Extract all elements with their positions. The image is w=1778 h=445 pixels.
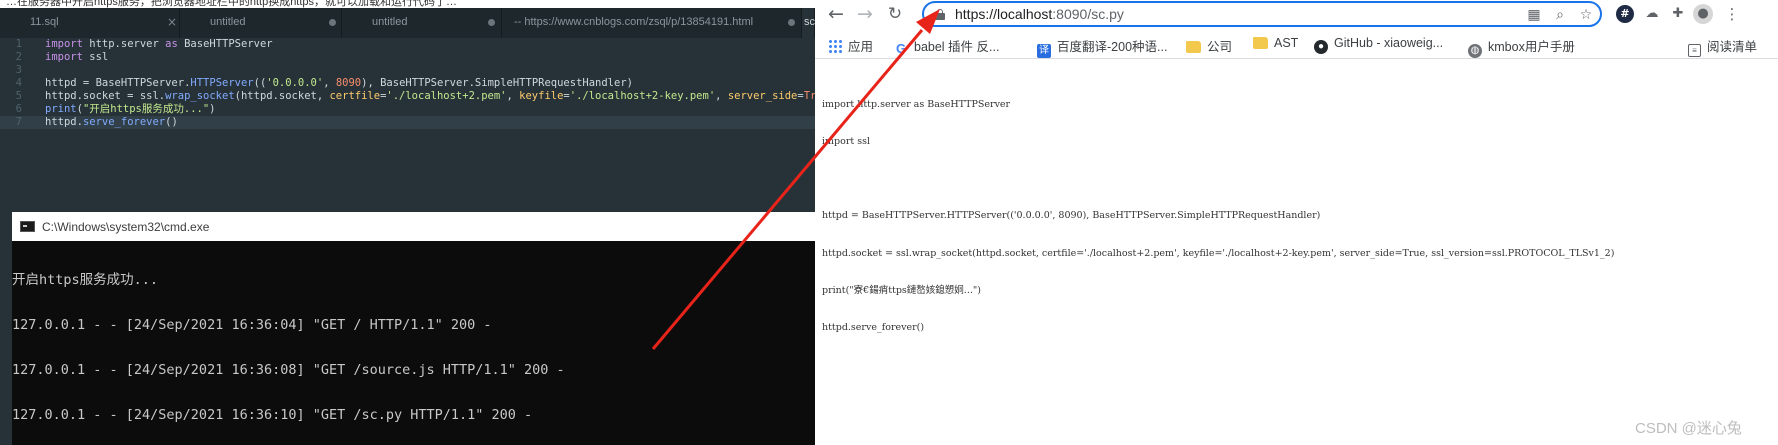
reading-list[interactable]: ≡ 阅读清单 [1688, 36, 1757, 57]
code-text: import http.server as BaseHTTPServer [45, 38, 273, 50]
reload-icon[interactable]: ↻ [883, 2, 907, 26]
url-text[interactable]: https://localhost:8090/sc.py [955, 6, 1124, 22]
tab-label: untitled [210, 16, 246, 28]
globe-icon: ◍ [1468, 44, 1482, 58]
article-text: …在服务器中开启https服务，把浏览器地址栏中的http换成https，就可以… [6, 0, 458, 8]
code-text: httpd.serve_forever() [45, 116, 178, 128]
source-line [815, 173, 1778, 185]
cmd-title: C:\Windows\system32\cmd.exe [42, 220, 210, 234]
code-line: 5 httpd.socket = ssl.wrap_socket(httpd.so… [0, 90, 815, 103]
cmd-line: 127.0.0.1 - - [24/Sep/2021 16:36:08] "GE… [12, 362, 565, 378]
browser-window: ← → ↻ https://localhost:8090/sc.py ▦ ⌕ ☆… [815, 0, 1778, 445]
code-line-current: 7 httpd.serve_forever() [0, 116, 815, 129]
code-line: 6 print("开启https服务成功...") [0, 103, 815, 116]
qr-code-icon[interactable]: ▦ [1525, 6, 1543, 24]
editor-tab[interactable]: untitled [342, 8, 502, 38]
bookmark-apps[interactable]: 应用 [828, 36, 873, 54]
folder-icon [1253, 37, 1268, 49]
browser-toolbar: ← → ↻ https://localhost:8090/sc.py ▦ ⌕ ☆… [815, 0, 1778, 30]
line-number: 4 [15, 77, 22, 89]
bookmark-folder-ast[interactable]: AST [1253, 36, 1298, 52]
editor-tab[interactable]: 11.sql × [0, 8, 180, 38]
folder-icon [1186, 41, 1201, 53]
tab-label: untitled [372, 16, 408, 28]
tab-label: sc [804, 16, 815, 28]
cmd-output: 开启https服务成功... 127.0.0.1 - - [24/Sep/202… [12, 243, 565, 445]
tab-label: 11.sql [30, 16, 59, 28]
translate-icon: 译 [1037, 44, 1051, 58]
code-text: httpd.socket = ssl.wrap_socket(httpd.soc… [45, 90, 815, 102]
zoom-icon[interactable]: ⌕ [1551, 6, 1569, 24]
close-icon[interactable]: × [167, 15, 177, 29]
bookmarks-bar: 应用 Gbabel 插件 反... 译百度翻译-200种语... 公司 AST … [815, 30, 1778, 59]
apps-grid-icon [828, 39, 842, 53]
bookmark-baidu-translate[interactable]: 译百度翻译-200种语... [1037, 36, 1167, 58]
unsaved-dot-icon[interactable] [488, 19, 495, 26]
source-line: import http.server as BaseHTTPServer [822, 98, 1011, 110]
code-line: 1 import http.server as BaseHTTPServer [0, 38, 815, 51]
cmd-line: 127.0.0.1 - - [24/Sep/2021 16:36:10] "GE… [12, 407, 533, 423]
bookmark-babel[interactable]: Gbabel 插件 反... [894, 36, 1000, 56]
code-text: print("开启https服务成功...") [45, 103, 216, 115]
line-number: 5 [15, 90, 22, 102]
bookmark-folder-company[interactable]: 公司 [1186, 36, 1232, 54]
source-line: httpd.socket = ssl.wrap_socket(httpd.soc… [822, 247, 1615, 259]
github-icon: ● [1314, 40, 1328, 54]
cmd-line: 127.0.0.1 - - [24/Sep/2021 16:36:04] "GE… [12, 317, 492, 333]
unsaved-dot-icon[interactable] [788, 19, 795, 26]
cmd-window[interactable]: C:\Windows\system32\cmd.exe 开启https服务成功.… [12, 212, 815, 445]
cmd-line: 开启https服务成功... [12, 272, 159, 288]
line-number: 2 [15, 51, 22, 63]
article-text-strip: …在服务器中开启https服务，把浏览器地址栏中的http换成https，就可以… [0, 0, 815, 8]
page-content: import http.server as BaseHTTPServer imp… [815, 74, 1778, 359]
code-text: httpd = BaseHTTPServer.HTTPServer(('0.0.… [45, 77, 633, 89]
csdn-watermark: CSDN @迷心兔 [1635, 420, 1742, 437]
address-bar[interactable]: https://localhost:8090/sc.py ▦ ⌕ ☆ [922, 1, 1602, 27]
cloud-sync-icon[interactable]: ☁ [1641, 3, 1663, 25]
line-number: 6 [15, 103, 22, 115]
code-line: 4 httpd = BaseHTTPServer.HTTPServer(('0.0… [0, 77, 815, 90]
editor-tab[interactable]: -- https://www.cnblogs.com/zsql/p/138541… [502, 8, 802, 38]
lock-icon[interactable] [935, 9, 945, 20]
bookmark-github[interactable]: ● GitHub - xiaoweig... [1314, 36, 1443, 54]
more-menu-icon[interactable]: ⋮ [1721, 3, 1743, 25]
line-number: 7 [15, 116, 22, 128]
extension-hash-icon[interactable]: # [1616, 5, 1634, 23]
source-line: print("寮€鍚痟ttps鏈嶅姟鎴愬姛...") [822, 284, 981, 296]
editor-tab-active[interactable]: sc [802, 8, 815, 38]
editor-tab-bar: 11.sql × untitled untitled -- https://ww… [0, 8, 815, 38]
unsaved-dot-icon[interactable] [329, 19, 336, 26]
source-line: httpd.serve_forever() [822, 322, 925, 334]
console-icon [20, 221, 35, 232]
line-number: 3 [15, 64, 22, 76]
forward-arrow-icon[interactable]: → [853, 2, 877, 26]
cmd-title-bar[interactable]: C:\Windows\system32\cmd.exe [12, 212, 815, 241]
extensions-puzzle-icon[interactable]: ✚ [1667, 3, 1689, 25]
code-editor-window: …在服务器中开启https服务，把浏览器地址栏中的http换成https，就可以… [0, 0, 815, 445]
reading-list-icon: ≡ [1688, 44, 1701, 57]
code-text: import ssl [45, 51, 109, 63]
code-line: 2 import ssl [0, 51, 815, 64]
tab-label: -- https://www.cnblogs.com/zsql/p/138541… [514, 16, 754, 28]
google-icon: G [895, 41, 907, 56]
source-line: import ssl [822, 136, 871, 148]
bookmark-star-icon[interactable]: ☆ [1577, 6, 1595, 24]
code-line: 3 [0, 64, 815, 77]
line-number: 1 [15, 38, 22, 50]
bookmark-kmbox[interactable]: ◍ kmbox用户手册 [1468, 36, 1575, 58]
editor-tab[interactable]: untitled [180, 8, 342, 38]
profile-avatar-icon[interactable]: ● [1693, 4, 1713, 24]
code-area[interactable]: 1 import http.server as BaseHTTPServer 2 i… [0, 38, 815, 129]
back-arrow-icon[interactable]: ← [824, 2, 848, 26]
source-line: httpd = BaseHTTPServer.HTTPServer(('0.0.… [822, 210, 1321, 222]
